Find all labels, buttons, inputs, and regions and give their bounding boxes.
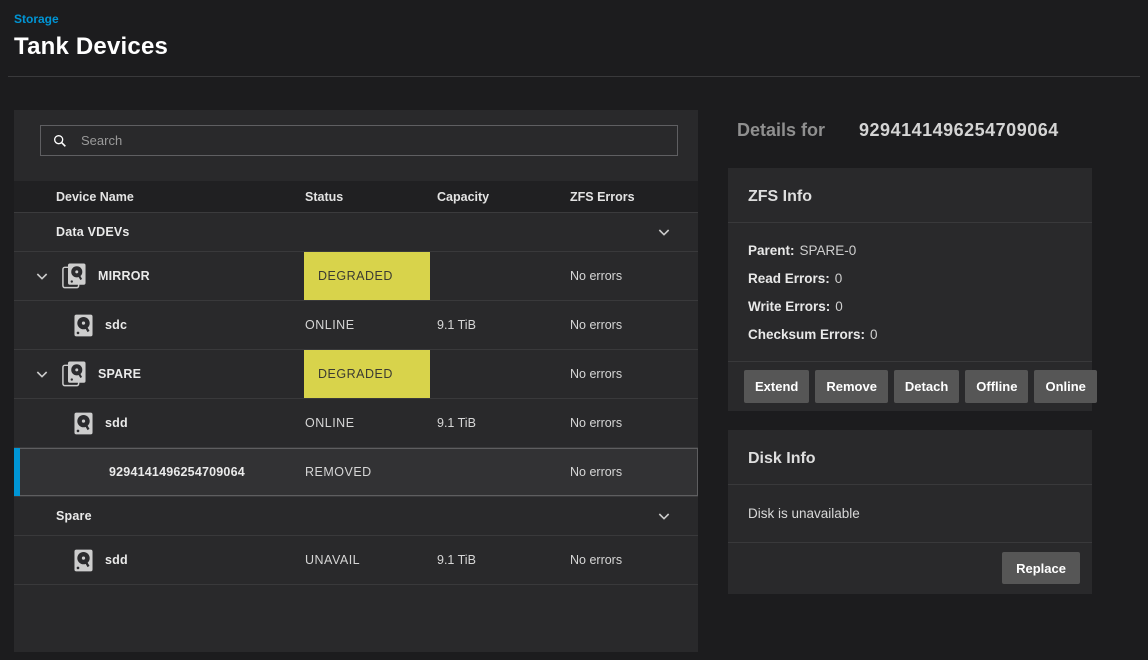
search-area [14,110,698,181]
zfs-info-field: Parent:SPARE-0 [748,237,1072,265]
status-badge: ONLINE [304,301,430,349]
device-name-cell: MIRROR [14,252,304,300]
table-row[interactable]: sdd ONLINE9.1 TiBNo errors [14,399,698,448]
disk-info-footer: Replace [728,543,1092,594]
device-name: 9294141496254709064 [109,465,245,479]
device-name: MIRROR [98,269,150,283]
device-name-cell: sdc [14,301,304,349]
device-name-cell: 9294141496254709064 [14,448,304,496]
detach-button[interactable]: Detach [894,370,959,403]
main-content: Device Name Status Capacity ZFS Errors D… [14,110,1148,652]
header-divider [8,76,1140,77]
status-badge: DEGRADED [304,350,430,398]
details-panel: Details for 9294141496254709064 ZFS Info… [728,110,1092,594]
disk-icon [74,549,93,572]
chevron-down-icon[interactable] [656,508,672,524]
status-badge: REMOVED [304,448,430,496]
zfs-info-title: ZFS Info [728,168,1092,223]
search-icon [52,133,68,149]
page-title: Tank Devices [14,33,1134,61]
offline-button[interactable]: Offline [965,370,1028,403]
capacity-value [430,350,570,398]
search-input[interactable] [79,132,666,149]
chevron-down-icon[interactable] [34,268,50,284]
device-name: sdd [105,553,128,567]
table-row[interactable]: 9294141496254709064 REMOVED No errors [14,448,698,497]
remove-button[interactable]: Remove [815,370,888,403]
disk-info-title: Disk Info [728,430,1092,485]
zfs-info-field: Write Errors:0 [748,293,1072,321]
zfs-errors-value: No errors [570,350,698,398]
status-badge: UNAVAIL [304,536,430,584]
zfs-errors-value: No errors [570,448,698,496]
zfs-info-card: ZFS Info Parent:SPARE-0Read Errors:0Writ… [728,168,1092,411]
device-name-cell: Data VDEVs [14,213,304,251]
zfs-errors-value: No errors [570,301,698,349]
column-capacity: Capacity [430,190,570,204]
online-button[interactable]: Online [1034,370,1096,403]
extend-button[interactable]: Extend [744,370,809,403]
replace-button[interactable]: Replace [1002,552,1080,584]
table-row[interactable]: SPARE DEGRADED No errors [14,350,698,399]
device-name: Data VDEVs [56,225,130,239]
group-row[interactable]: Spare [14,497,698,536]
capacity-value: 9.1 TiB [430,399,570,447]
device-name: SPARE [98,367,141,381]
chevron-down-icon[interactable] [656,224,672,240]
column-status: Status [304,190,430,204]
zfs-info-fields: Parent:SPARE-0Read Errors:0Write Errors:… [728,223,1092,362]
zfs-info-field: Checksum Errors:0 [748,321,1072,349]
device-name-cell: Spare [14,497,304,535]
device-name: sdc [105,318,127,332]
page-header: Storage Tank Devices [0,0,1148,61]
disk-icon [74,412,93,435]
disk-info-card: Disk Info Disk is unavailable Replace [728,430,1092,594]
zfs-info-field: Read Errors:0 [748,265,1072,293]
status-badge: DEGRADED [304,252,430,300]
device-name: Spare [56,509,92,523]
table-row[interactable]: MIRROR DEGRADED No errors [14,252,698,301]
column-zfs-errors: ZFS Errors [570,190,698,204]
devices-panel: Device Name Status Capacity ZFS Errors D… [14,110,698,652]
device-name-cell: sdd [14,399,304,447]
details-device-id: 9294141496254709064 [859,120,1059,141]
device-name: sdd [105,416,128,430]
column-device-name: Device Name [14,190,304,204]
status-badge: ONLINE [304,399,430,447]
table-header: Device Name Status Capacity ZFS Errors [14,181,698,213]
breadcrumb-storage[interactable]: Storage [14,12,1134,26]
disk-info-message: Disk is unavailable [728,485,1092,543]
details-heading: Details for 9294141496254709064 [737,120,1092,141]
capacity-value [430,448,570,496]
group-row[interactable]: Data VDEVs [14,213,698,252]
table-body: Data VDEVs MIRROR DEGRADED No errors sdc ONLI… [14,213,698,585]
chevron-down-icon[interactable] [34,366,50,382]
zfs-errors-value: No errors [570,399,698,447]
zfs-errors-value: No errors [570,252,698,300]
device-name-cell: SPARE [14,350,304,398]
mirror-vdev-icon [62,361,86,387]
table-row[interactable]: sdc ONLINE9.1 TiBNo errors [14,301,698,350]
zfs-errors-value: No errors [570,536,698,584]
zfs-actions: ExtendRemoveDetachOfflineOnline [728,362,1092,411]
disk-icon [74,314,93,337]
device-name-cell: sdd [14,536,304,584]
mirror-vdev-icon [62,263,86,289]
capacity-value: 9.1 TiB [430,301,570,349]
capacity-value [430,252,570,300]
details-for-label: Details for [737,120,825,141]
table-row[interactable]: sdd UNAVAIL9.1 TiBNo errors [14,536,698,585]
capacity-value: 9.1 TiB [430,536,570,584]
search-box[interactable] [40,125,678,156]
